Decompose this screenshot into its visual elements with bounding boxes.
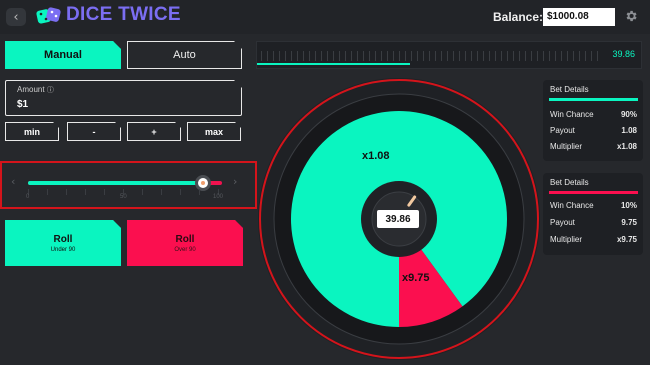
multiplier-row: Multiplier x1.08: [550, 142, 637, 151]
amount-field[interactable]: Amount ⓘ $1: [5, 80, 242, 116]
amount-label: Amount ⓘ: [17, 85, 54, 94]
chevron-right-icon[interactable]: ›: [233, 175, 237, 188]
result-track-ticks: [261, 51, 601, 61]
roll-over-subtitle: Over 90: [174, 246, 196, 253]
bet-details-under: Bet Details Win Chance 90% Payout 1.08 Mul…: [543, 80, 643, 161]
manual-mode-button[interactable]: Manual: [5, 41, 121, 69]
result-track-fill: [257, 63, 411, 65]
green-multiplier-label: x1.08: [362, 150, 390, 162]
red-multiplier-label: x9.75: [402, 272, 430, 284]
balance-label: Balance:: [493, 10, 544, 24]
win-chance-row: Win Chance 10%: [550, 201, 637, 210]
bet-details-over: Bet Details Win Chance 10% Payout 9.75 Mul…: [543, 173, 643, 255]
max-button[interactable]: max: [187, 122, 241, 141]
result-value: 39.86: [612, 49, 635, 59]
info-icon: ⓘ: [46, 87, 54, 94]
roll-result-value: 39.86: [377, 210, 419, 228]
increase-button[interactable]: +: [127, 122, 181, 141]
min-button[interactable]: min: [5, 122, 59, 141]
slider-fill: [28, 181, 203, 185]
target-slider[interactable]: [28, 175, 222, 191]
top-bar: ‹ DICE TWICE Balance: $1000.08: [0, 0, 650, 34]
app-title: DICE TWICE: [66, 4, 181, 25]
payout-row: Payout 9.75: [550, 218, 637, 227]
balance-value: $1000.08: [543, 8, 615, 26]
payout-row: Payout 1.08: [550, 126, 637, 135]
decrease-button[interactable]: -: [67, 122, 121, 141]
bet-details-title: Bet Details: [550, 85, 589, 94]
roll-over-button[interactable]: Roll Over 90: [127, 220, 243, 266]
roll-under-subtitle: Under 90: [50, 246, 76, 253]
roll-over-title: Roll: [175, 233, 195, 245]
roll-under-title: Roll: [53, 233, 73, 245]
roll-under-button[interactable]: Roll Under 90: [5, 220, 121, 266]
chevron-left-icon[interactable]: ‹: [11, 175, 15, 188]
gear-icon[interactable]: [624, 9, 638, 23]
slider-scale-label: 100: [213, 194, 224, 200]
chevron-left-icon: ‹: [13, 9, 19, 25]
slider-scale-label: 0: [26, 194, 30, 200]
bet-details-accent: [549, 191, 638, 194]
result-track: 39.86: [256, 41, 642, 69]
auto-mode-button[interactable]: Auto: [127, 41, 242, 69]
target-slider-panel: ‹ 0 50 100 ›: [0, 161, 257, 209]
bet-details-title: Bet Details: [550, 178, 589, 187]
slider-scale-label: 50: [120, 194, 127, 200]
win-chance-row: Win Chance 90%: [550, 110, 637, 119]
amount-value[interactable]: $1: [17, 99, 28, 110]
multiplier-row: Multiplier x9.75: [550, 235, 637, 244]
dice-icon: [36, 7, 61, 24]
back-button[interactable]: ‹: [6, 8, 26, 26]
bet-details-accent: [549, 98, 638, 101]
